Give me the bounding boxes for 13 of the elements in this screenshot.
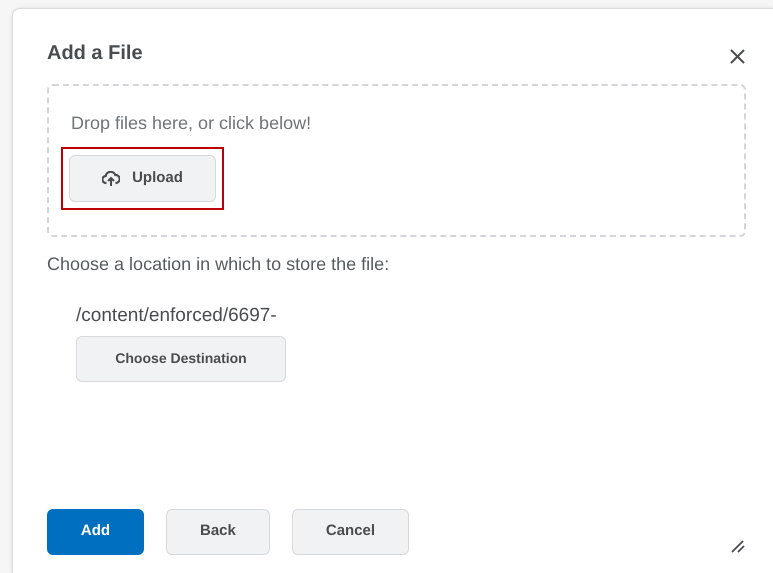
cloud-upload-icon [102, 170, 120, 186]
secondary-button[interactable]: Cancel [292, 508, 410, 554]
upload-button[interactable]: Upload [69, 155, 216, 202]
drop-zone[interactable]: Drop files here, or click below! Upload [47, 84, 746, 237]
location-path: /content/enforced/6697- [76, 304, 277, 328]
secondary-button[interactable]: Back [166, 508, 270, 554]
choose-destination-button[interactable]: Choose Destination [76, 336, 286, 382]
location-prompt: Choose a location in which to store the file: [47, 253, 390, 276]
drop-prompt: Drop files here, or click below! [71, 112, 312, 135]
close-icon[interactable] [730, 48, 745, 64]
primary-button[interactable]: Add [47, 508, 144, 554]
dialog-title: Add a File [47, 41, 143, 66]
resize-handle-icon[interactable] [731, 540, 745, 553]
